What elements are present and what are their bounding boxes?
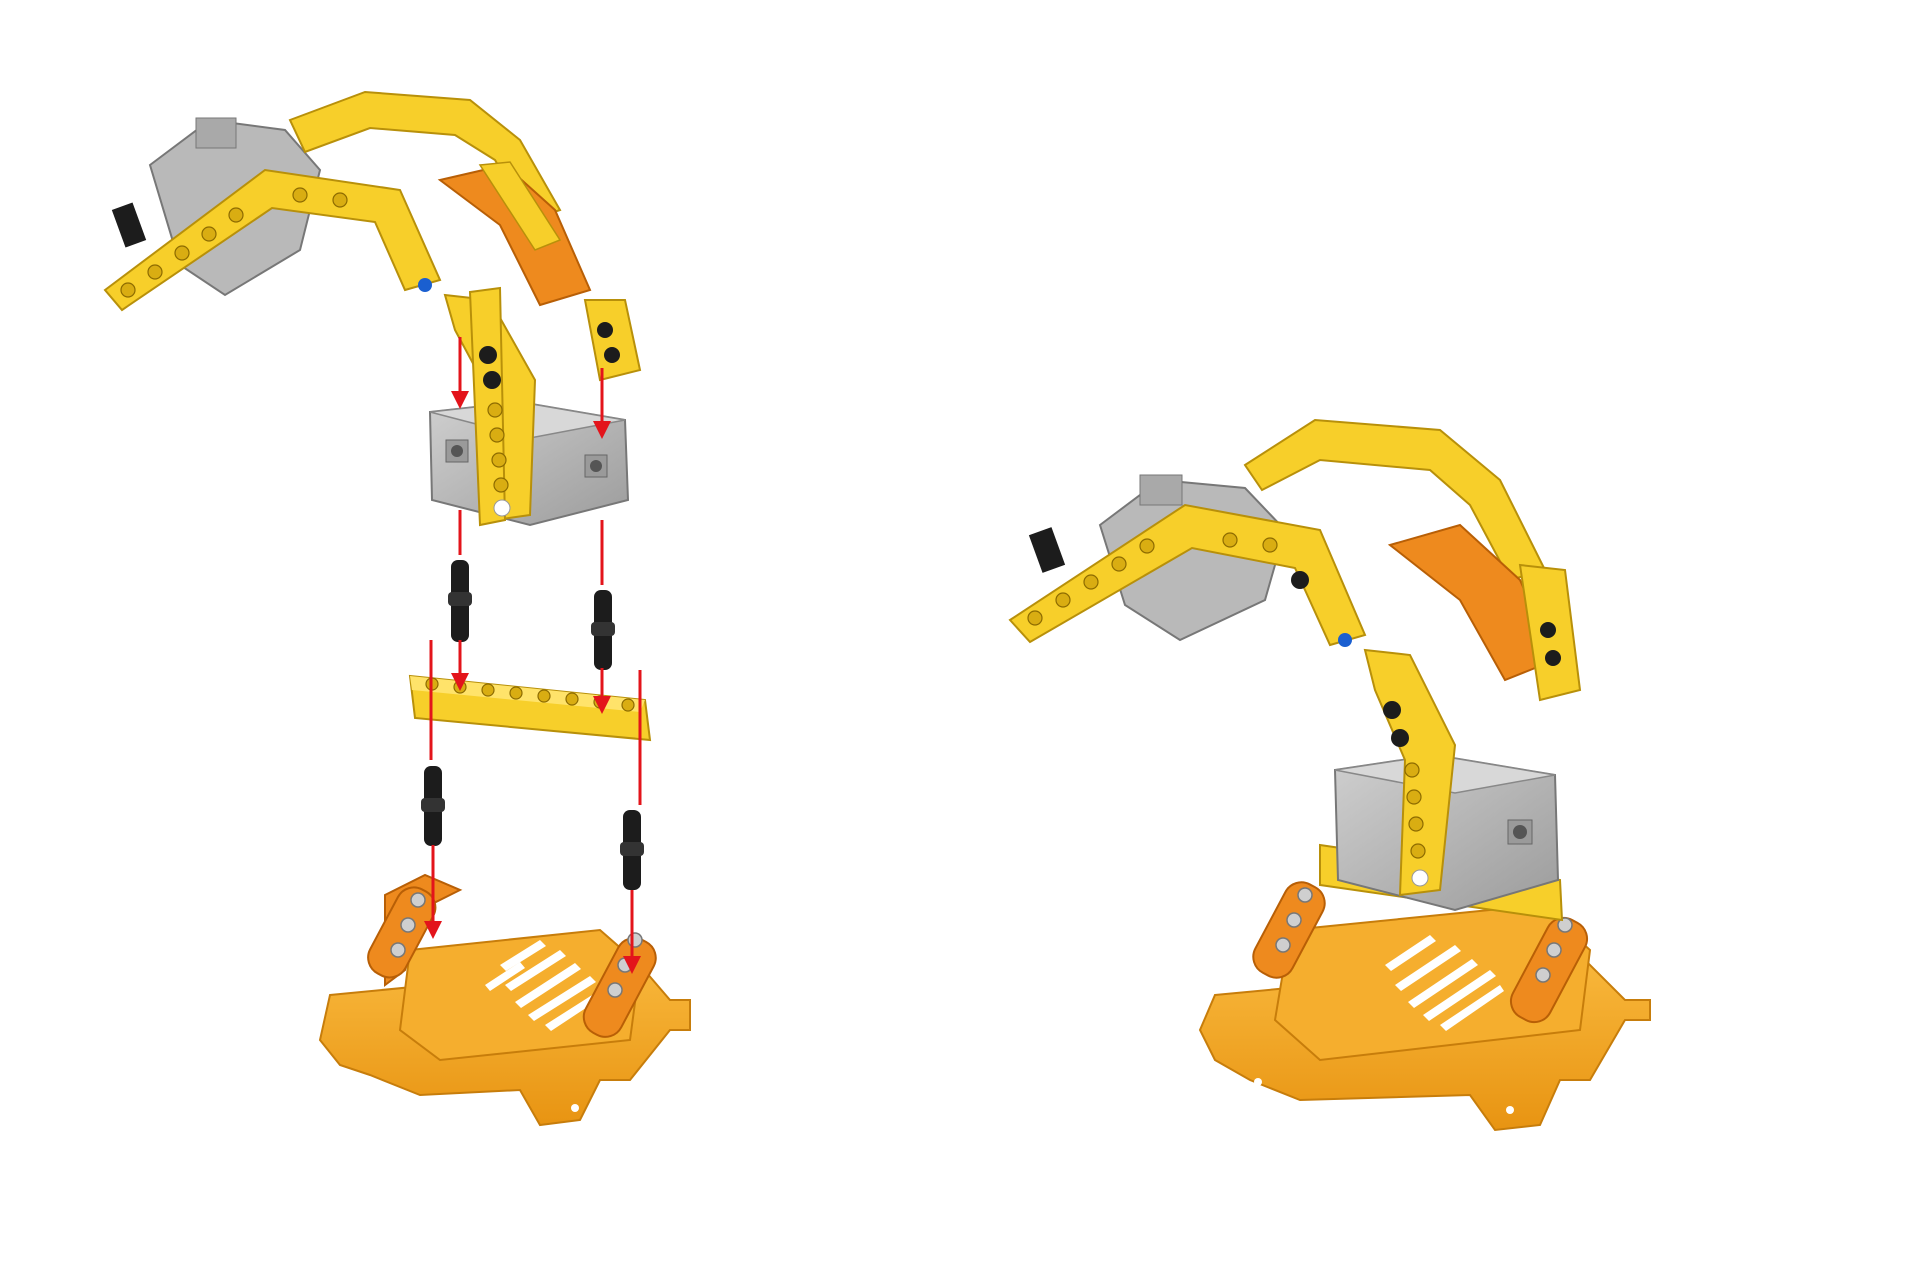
exploded-step-panel (103, 90, 691, 1127)
assembled-result-panel (1008, 418, 1651, 1132)
assembly-diagram (103, 90, 1651, 1132)
assembly-instruction-figure (0, 0, 1918, 1269)
connector-pin-lower-left (421, 766, 445, 846)
connector-pin-upper-left (448, 560, 472, 642)
connector-pin-lower-right (620, 810, 644, 890)
yellow-straight-beam-left (408, 674, 652, 742)
connector-pin-upper-right (591, 590, 615, 670)
